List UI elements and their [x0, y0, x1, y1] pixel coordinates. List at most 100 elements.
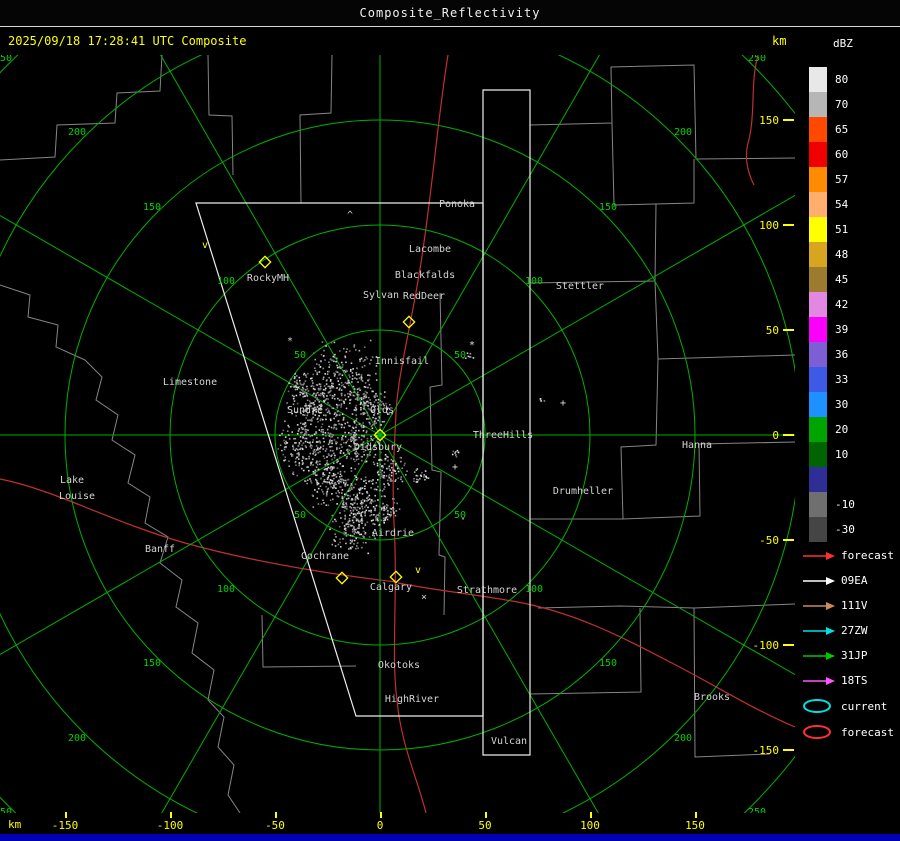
colorbar-value: 30 — [835, 398, 849, 411]
city-label: Banff — [145, 544, 175, 555]
colorbar-cell: -30 — [809, 517, 855, 542]
colorbar-cell: 42 — [809, 292, 855, 317]
colorbar-unit: dBZ — [833, 37, 853, 50]
azimuth-line — [0, 434, 381, 655]
range-label: 50 — [294, 510, 306, 521]
x-axis-label: -100 — [156, 819, 184, 832]
city-label: Olds — [370, 405, 394, 416]
city-label: Airdrie — [372, 528, 414, 539]
y-axis-label: -50 — [759, 534, 779, 547]
colorbar-cell: 45 — [809, 267, 855, 292]
colorbar-swatch — [809, 442, 827, 467]
x-axis-tick — [380, 812, 382, 818]
colorbar-swatch — [809, 417, 827, 442]
colorbar-cell: 30 — [809, 392, 855, 417]
county-boundary — [261, 614, 357, 668]
radar-coverage-outline — [482, 89, 531, 756]
range-label: 100 — [525, 584, 543, 595]
colorbar-swatch — [809, 167, 827, 192]
colorbar-value: 51 — [835, 223, 849, 236]
colorbar-value: 70 — [835, 98, 849, 111]
track-label: 18TS — [841, 674, 868, 687]
colorbar-swatch — [809, 342, 827, 367]
colorbar-value: 20 — [835, 423, 849, 436]
track-label: forecast — [841, 549, 894, 562]
county-boundary — [529, 203, 657, 284]
colorbar-cell: 80 — [809, 67, 855, 92]
colorbar: 80 70 65 60 57 54 51 48 45 42 39 36 33 3… — [809, 67, 855, 542]
storm-marker: v — [415, 565, 421, 576]
range-label: 150 — [599, 658, 617, 669]
precip-echoes — [277, 339, 546, 555]
city-label: Blackfalds — [395, 270, 455, 281]
city-label: RedDeer — [403, 291, 445, 302]
colorbar-swatch — [809, 517, 827, 542]
x-axis-tick — [65, 812, 67, 818]
county-boundary — [0, 55, 163, 161]
county-boundary — [0, 284, 86, 361]
city-label: Louise — [59, 491, 95, 502]
range-label: 100 — [525, 276, 543, 287]
x-axis-tick — [590, 812, 592, 818]
storm-marker: v — [202, 240, 208, 251]
31JP-arrow-icon — [801, 650, 837, 662]
track-label: 27ZW — [841, 624, 868, 637]
city-label: Innisfail — [375, 356, 429, 367]
range-label: 50 — [294, 350, 306, 361]
legend-panel: dBZ 80 70 65 60 57 54 51 48 45 42 39 36 … — [795, 27, 900, 833]
city-label: Lacombe — [409, 244, 451, 255]
track-legend-row: 09EA — [801, 568, 894, 593]
track-label: 31JP — [841, 649, 868, 662]
storm-marker: * — [287, 336, 293, 347]
city-label: Ponoka — [439, 199, 475, 210]
county-boundary — [529, 64, 795, 160]
colorbar-value: 45 — [835, 273, 849, 286]
colorbar-value: 36 — [835, 348, 849, 361]
colorbar-swatch — [809, 492, 827, 517]
forecast-ellipse-icon — [801, 724, 837, 740]
colorbar-cell: 70 — [809, 92, 855, 117]
colorbar-cell: 10 — [809, 442, 855, 467]
colorbar-value: 80 — [835, 73, 849, 86]
range-labels: 50 5050 50100 100100 100150 150150 150200 20020… — [0, 55, 766, 813]
colorbar-cell: 20 — [809, 417, 855, 442]
colorbar-value: 39 — [835, 323, 849, 336]
colorbar-swatch — [809, 117, 827, 142]
track-legend-row: 18TS — [801, 668, 894, 693]
storm-marker: × — [421, 592, 427, 603]
colorbar-swatch — [809, 467, 827, 492]
city-label: Calgary — [370, 582, 412, 593]
colorbar-swatch — [809, 142, 827, 167]
status-bar — [0, 834, 900, 841]
azimuth-line — [379, 434, 795, 676]
colorbar-cell: 60 — [809, 142, 855, 167]
current-ellipse-icon — [801, 698, 837, 714]
colorbar-value: 57 — [835, 173, 849, 186]
colorbar-swatch — [809, 67, 827, 92]
colorbar-cell — [809, 467, 855, 492]
111V-arrow-icon — [801, 600, 837, 612]
colorbar-swatch — [809, 392, 827, 417]
colorbar-swatch — [809, 242, 827, 267]
y-axis-label: 0 — [772, 429, 779, 442]
colorbar-value: -10 — [835, 498, 855, 511]
radar-map[interactable]: 50 50 50 50 100 100 100 100 150 150 150 150 200 200 20… — [0, 55, 795, 813]
x-axis-tick — [170, 812, 172, 818]
y-axis-label: 50 — [766, 324, 779, 337]
track-legend-row: forecast — [801, 719, 894, 745]
09EA-arrow-icon — [801, 575, 837, 587]
city-label: Sylvan — [363, 290, 399, 301]
county-boundary — [693, 607, 771, 758]
colorbar-cell: 33 — [809, 367, 855, 392]
range-label: 250 — [0, 55, 12, 64]
x-axis-tick — [275, 812, 277, 818]
x-axis-label: 150 — [685, 819, 705, 832]
county-boundary — [429, 292, 446, 616]
colorbar-value: 48 — [835, 248, 849, 261]
city-label: HighRiver — [385, 694, 439, 705]
track-legend-row: 27ZW — [801, 618, 894, 643]
colorbar-swatch — [809, 267, 827, 292]
range-label: 50 — [454, 350, 466, 361]
county-boundary — [654, 280, 795, 360]
colorbar-swatch — [809, 367, 827, 392]
